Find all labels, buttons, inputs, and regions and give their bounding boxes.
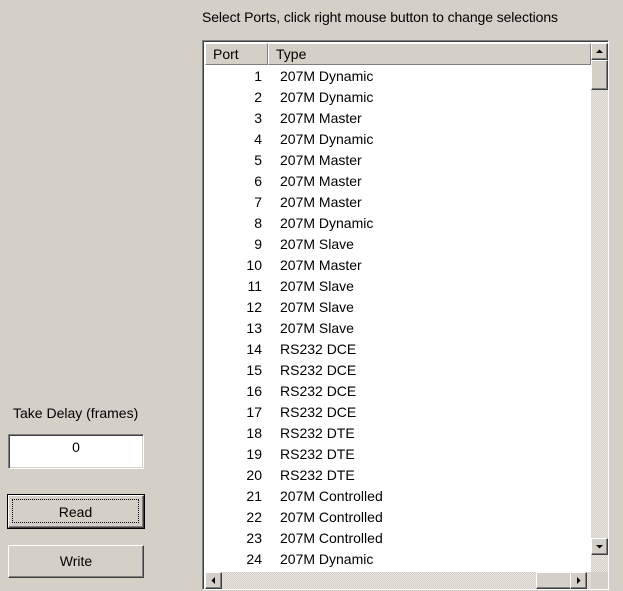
port-number: 9	[254, 236, 262, 252]
list-item[interactable]: 3 207M Master	[205, 108, 591, 129]
take-delay-input[interactable]: 0	[8, 434, 144, 469]
port-type: 207M Dynamic	[280, 551, 374, 567]
port-number: 1	[254, 68, 262, 84]
list-item[interactable]: 6 207M Master	[205, 171, 591, 192]
port-number: 10	[246, 257, 262, 273]
port-number: 12	[246, 299, 262, 315]
port-number: 14	[246, 341, 262, 357]
arrow-left-icon	[211, 577, 215, 584]
write-button[interactable]: Write	[8, 545, 144, 578]
scroll-down-button[interactable]	[591, 538, 608, 555]
vertical-scroll-thumb[interactable]	[591, 60, 608, 90]
port-number: 6	[254, 173, 262, 189]
read-button[interactable]: Read	[7, 494, 145, 529]
list-item[interactable]: 2 207M Dynamic	[205, 87, 591, 108]
port-number: 8	[254, 215, 262, 231]
port-number: 20	[246, 467, 262, 483]
arrow-up-icon	[596, 49, 603, 53]
port-type: 207M Master	[280, 110, 362, 126]
list-rows: 1 207M Dynamic 2 207M Dynamic 3 207M Master 4 2…	[205, 66, 591, 572]
port-type: 207M Controlled	[280, 530, 383, 546]
port-number: 13	[246, 320, 262, 336]
list-item[interactable]: 1 207M Dynamic	[205, 66, 591, 87]
horizontal-scroll-thumb[interactable]	[536, 572, 572, 589]
scroll-right-button[interactable]	[570, 572, 587, 589]
port-number: 11	[247, 278, 262, 294]
horizontal-scrollbar[interactable]	[205, 572, 591, 589]
port-number: 5	[254, 152, 262, 168]
list-item[interactable]: 20 RS232 DTE	[205, 465, 591, 486]
list-item[interactable]: 8 207M Dynamic	[205, 213, 591, 234]
take-delay-label: Take Delay (frames)	[13, 405, 139, 421]
port-type: 207M Dynamic	[280, 131, 374, 147]
port-type: 207M Master	[280, 173, 362, 189]
port-type: 207M Controlled	[280, 509, 383, 525]
list-item[interactable]: 23 207M Controlled	[205, 528, 591, 549]
list-item[interactable]: 7 207M Master	[205, 192, 591, 213]
port-number: 23	[246, 530, 262, 546]
list-item[interactable]: 5 207M Master	[205, 150, 591, 171]
port-number: 4	[254, 131, 262, 147]
port-type: RS232 DCE	[280, 362, 357, 378]
list-item[interactable]: 18 RS232 DTE	[205, 423, 591, 444]
instructions-label: Select Ports, click right mouse button t…	[202, 9, 558, 25]
read-button-label: Read	[12, 499, 139, 523]
port-number: 18	[246, 425, 262, 441]
list-item[interactable]: 15 RS232 DCE	[205, 360, 591, 381]
port-number: 24	[246, 551, 262, 567]
ports-list[interactable]: Port Type 1 207M Dynamic 2 207M Dynamic 3 207…	[202, 40, 609, 590]
port-type: 207M Slave	[280, 299, 354, 315]
port-number: 22	[246, 509, 262, 525]
port-type: 207M Slave	[280, 278, 354, 294]
port-number: 3	[254, 110, 262, 126]
scrollbar-corner	[591, 572, 608, 589]
port-type: RS232 DCE	[280, 383, 357, 399]
list-item[interactable]: 22 207M Controlled	[205, 507, 591, 528]
port-type: 207M Dynamic	[280, 68, 374, 84]
port-type: RS232 DCE	[280, 404, 357, 420]
port-type: 207M Dynamic	[280, 215, 374, 231]
port-type: RS232 DTE	[280, 425, 355, 441]
scroll-left-button[interactable]	[205, 572, 222, 589]
port-number: 19	[246, 446, 262, 462]
port-number: 21	[246, 488, 262, 504]
port-number: 7	[254, 194, 262, 210]
column-header-type[interactable]: Type	[268, 43, 591, 65]
list-item[interactable]: 24 207M Dynamic	[205, 549, 591, 570]
port-number: 2	[254, 89, 262, 105]
list-header: Port Type	[205, 43, 591, 65]
list-item[interactable]: 10 207M Master	[205, 255, 591, 276]
list-item[interactable]: 17 RS232 DCE	[205, 402, 591, 423]
list-item[interactable]: 19 RS232 DTE	[205, 444, 591, 465]
arrow-right-icon	[577, 577, 581, 584]
list-item[interactable]: 9 207M Slave	[205, 234, 591, 255]
list-item[interactable]: 12 207M Slave	[205, 297, 591, 318]
port-type: 207M Master	[280, 194, 362, 210]
port-type: RS232 DCE	[280, 341, 357, 357]
port-type: 207M Dynamic	[280, 89, 374, 105]
port-type: 207M Slave	[280, 236, 354, 252]
list-item[interactable]: 4 207M Dynamic	[205, 129, 591, 150]
port-type: 207M Master	[280, 257, 362, 273]
list-item[interactable]: 16 RS232 DCE	[205, 381, 591, 402]
port-type: 207M Master	[280, 152, 362, 168]
port-number: 17	[246, 404, 262, 420]
column-header-port[interactable]: Port	[205, 43, 268, 65]
port-type: RS232 DTE	[280, 446, 355, 462]
port-type: 207M Controlled	[280, 488, 383, 504]
list-item[interactable]: 21 207M Controlled	[205, 486, 591, 507]
port-number: 15	[246, 362, 262, 378]
arrow-down-icon	[596, 545, 603, 549]
list-item[interactable]: 13 207M Slave	[205, 318, 591, 339]
port-type: RS232 DTE	[280, 467, 355, 483]
port-type: 207M Slave	[280, 320, 354, 336]
port-number: 16	[246, 383, 262, 399]
list-item[interactable]: 14 RS232 DCE	[205, 339, 591, 360]
scroll-up-button[interactable]	[591, 43, 608, 60]
list-item[interactable]: 11 207M Slave	[205, 276, 591, 297]
vertical-scrollbar[interactable]	[591, 43, 608, 572]
